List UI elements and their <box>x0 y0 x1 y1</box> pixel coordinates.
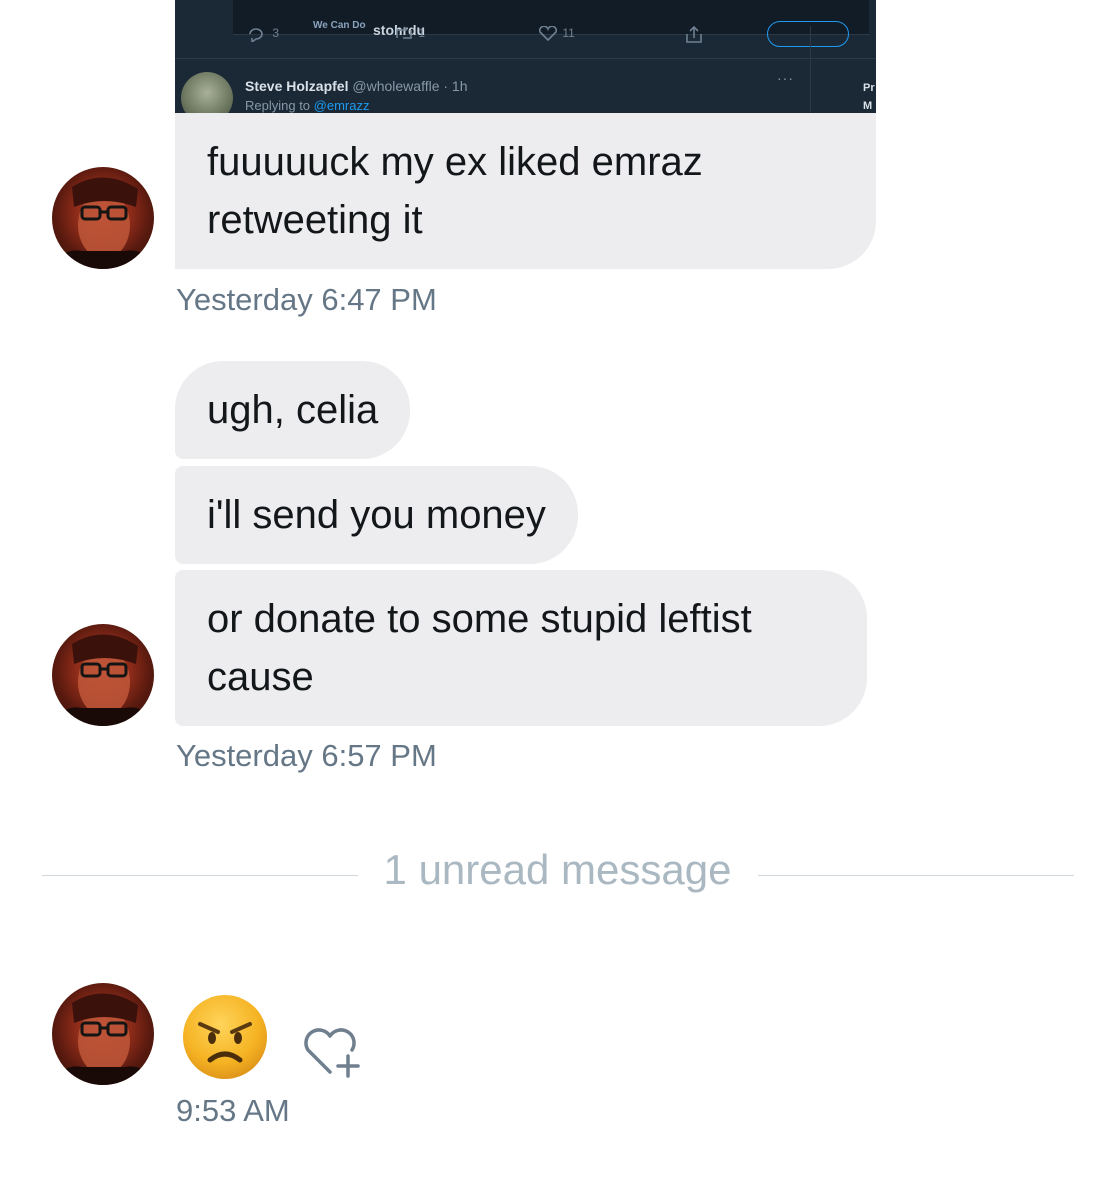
message-bubble[interactable]: i'll send you money <box>175 466 578 564</box>
message-text: i'll send you money <box>207 493 546 537</box>
more-icon: ··· <box>777 70 794 86</box>
unread-divider-label: 1 unread message <box>383 846 732 893</box>
tweet-author: Steve Holzapfel @wholewaffle · 1h <box>245 78 468 94</box>
avatar-photo <box>52 177 154 269</box>
avatar-photo <box>52 634 154 726</box>
avatar-photo <box>52 993 154 1085</box>
tweet-divider <box>175 58 876 59</box>
sender-avatar[interactable] <box>52 624 154 726</box>
tweet-author-handle: @wholewaffle · 1h <box>352 78 468 94</box>
message-bubble[interactable]: or donate to some stupid leftist cause <box>175 570 867 726</box>
sender-avatar[interactable] <box>52 167 154 269</box>
column-divider <box>810 26 811 113</box>
message-text-line: fuuuuuck my ex liked emraz <box>207 140 703 184</box>
tweet-actions: 3 1 11 <box>175 25 876 47</box>
message-text-line: cause <box>207 655 314 699</box>
unread-divider-line-right <box>758 875 1074 876</box>
reply-icon <box>249 28 263 44</box>
reply-count: 3 <box>247 26 279 44</box>
sender-avatar[interactable] <box>52 983 154 1085</box>
share-icon <box>683 25 705 47</box>
reply-mention: @emrazz <box>313 98 370 113</box>
angry-face-emoji-icon[interactable] <box>182 994 268 1080</box>
tweet-author-avatar <box>181 72 233 113</box>
tweet-replying-to: Replying to @emrazz <box>245 98 370 113</box>
attached-image[interactable]: We Can Do stohrdu 3 1 11 Steve Holzapfel… <box>175 0 876 113</box>
retweet-count: 1 <box>393 26 425 42</box>
message-text: ugh, celia <box>207 388 379 432</box>
retweet-icon <box>396 26 412 39</box>
side-text-2: M <box>863 100 873 112</box>
message-timestamp: Yesterday 6:57 PM <box>176 738 437 773</box>
message-text-line: or donate to some stupid leftist <box>207 597 752 641</box>
message-timestamp: 9:53 AM <box>176 1093 290 1128</box>
add-reaction-heart-plus-icon[interactable] <box>300 1022 364 1078</box>
message-timestamp: Yesterday 6:47 PM <box>176 282 437 317</box>
message-bubble[interactable]: ugh, celia <box>175 361 411 459</box>
side-text-1: Pr <box>863 82 875 94</box>
like-count: 11 <box>537 25 575 42</box>
message-text-line: retweeting it <box>207 198 423 242</box>
tweet-author-name: Steve Holzapfel <box>245 78 349 94</box>
heart-icon <box>538 25 558 42</box>
message-bubble[interactable]: fuuuuuck my ex liked emraz retweeting it <box>175 113 876 269</box>
